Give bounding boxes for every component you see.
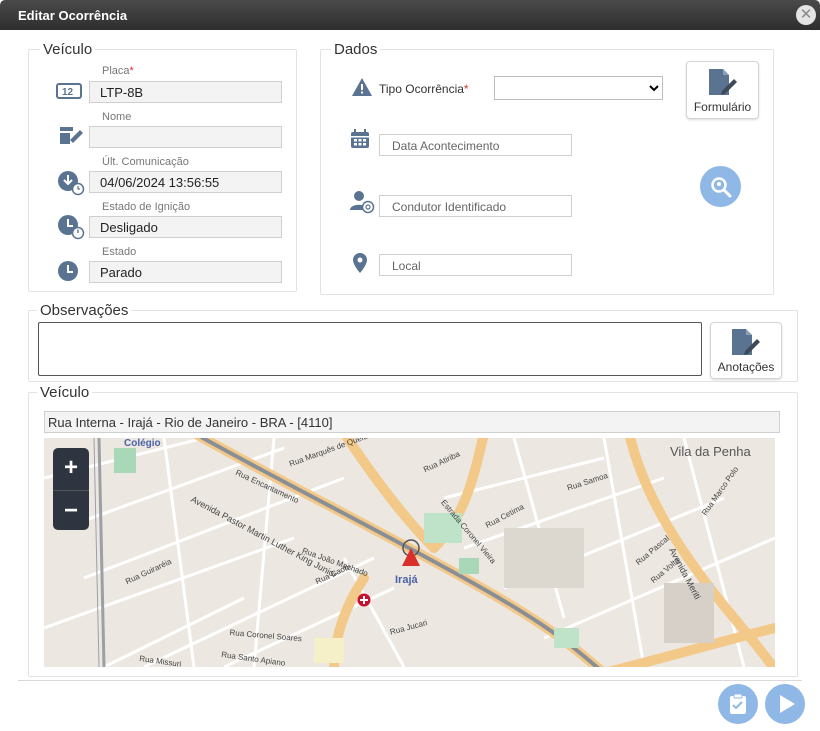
- map-label-colegio: Colégio: [124, 438, 161, 449]
- play-icon: [780, 695, 795, 713]
- vehicle-marker-icon[interactable]: [399, 538, 423, 568]
- hospital-marker-icon: [357, 593, 371, 607]
- estado-label: Estado: [102, 246, 137, 258]
- anotacoes-button[interactable]: Anotações: [710, 322, 782, 379]
- nome-label: Nome: [102, 111, 132, 123]
- tipo-ocorrencia-select[interactable]: [494, 76, 663, 100]
- veiculo-legend: Veículo: [40, 41, 96, 58]
- address-field: Rua Interna - Irajá - Rio de Janeiro - B…: [44, 411, 780, 433]
- footer-divider: [18, 680, 802, 681]
- observacoes-legend: Observações: [37, 302, 132, 319]
- map-label-vila-penha: Vila da Penha: [670, 444, 751, 459]
- svg-text:12: 12: [62, 87, 74, 98]
- placa-label: Placa*: [102, 65, 134, 77]
- estado-field[interactable]: Parado: [89, 261, 282, 283]
- notes-edit-icon: [732, 329, 760, 355]
- placa-field[interactable]: LTP-8B: [89, 81, 282, 103]
- formulario-label: Formulário: [693, 100, 752, 114]
- window-title: Editar Ocorrência: [18, 8, 128, 23]
- close-button[interactable]: ✕: [796, 5, 816, 25]
- ult-comunicacao-field[interactable]: 04/06/2024 13:56:55: [89, 171, 282, 193]
- download-clock-icon: [58, 171, 85, 196]
- estado-ignicao-field[interactable]: Desligado: [89, 216, 282, 238]
- nome-field[interactable]: [89, 126, 282, 148]
- warning-icon: [352, 78, 372, 96]
- clock-power-icon: [58, 215, 85, 240]
- local-field[interactable]: Local: [379, 254, 572, 276]
- map-zoom-control: + −: [53, 448, 89, 530]
- observacoes-textarea[interactable]: [38, 322, 702, 376]
- driver-identified-icon: [350, 191, 375, 214]
- condutor-field[interactable]: Condutor Identificado: [379, 195, 572, 217]
- map-label-iraja: Irajá: [395, 574, 418, 586]
- window-titlebar: Editar Ocorrência ✕: [0, 0, 820, 30]
- clock-icon: [58, 261, 78, 281]
- tipo-ocorrencia-label: Tipo Ocorrência*: [379, 82, 469, 96]
- data-acontecimento-field[interactable]: Data Acontecimento: [379, 134, 572, 156]
- ult-comunicacao-label: Últ. Comunicação: [102, 156, 189, 168]
- location-pin-icon: [353, 253, 367, 273]
- next-button[interactable]: [765, 684, 805, 724]
- vehicle-map[interactable]: Vila da Penha Irajá Colégio Avenida Past…: [44, 438, 775, 667]
- map-search-icon: [711, 177, 732, 198]
- clipboard-check-icon: [730, 693, 746, 714]
- checklist-button[interactable]: [718, 684, 758, 724]
- edit-signature-icon: [60, 127, 83, 144]
- mapa-legend: Veículo: [37, 384, 93, 401]
- estado-ignicao-label: Estado de Ignição: [102, 201, 191, 213]
- document-edit-icon: [709, 69, 737, 95]
- anotacoes-label: Anotações: [717, 360, 775, 374]
- calendar-icon: [351, 129, 369, 148]
- zoom-out-button[interactable]: −: [53, 490, 89, 531]
- formulario-button[interactable]: Formulário: [686, 61, 759, 119]
- license-plate-icon: 12: [56, 83, 82, 99]
- zoom-in-button[interactable]: +: [53, 448, 89, 488]
- search-location-button[interactable]: [700, 166, 741, 207]
- dados-legend: Dados: [331, 41, 381, 58]
